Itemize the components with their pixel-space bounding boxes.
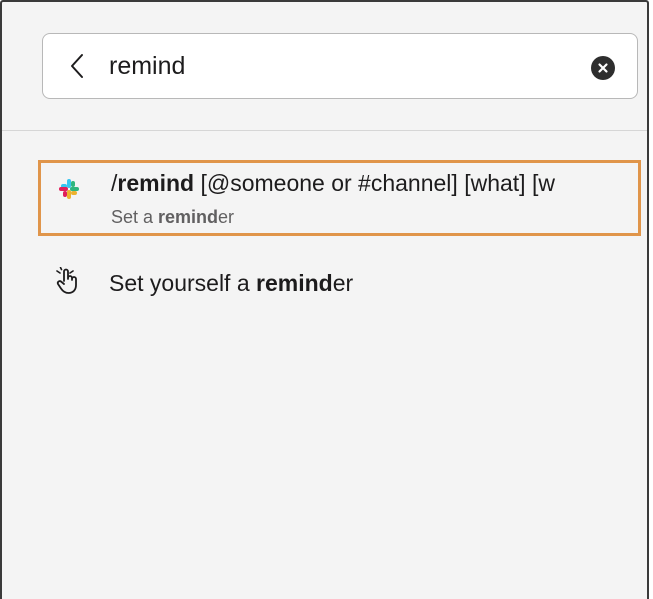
command-syntax: /remind [@someone or #channel] [what] [w — [111, 168, 638, 198]
clear-search-button[interactable] — [591, 56, 615, 80]
result-set-reminder[interactable]: Set yourself a reminder — [42, 258, 638, 310]
close-icon — [598, 63, 608, 73]
result-remind-command[interactable]: /remind [@someone or #channel] [what] [w… — [38, 160, 641, 236]
search-panel: /remind [@someone or #channel] [what] [w… — [0, 0, 649, 599]
reminder-label: Set yourself a reminder — [109, 268, 353, 298]
hand-pointer-icon — [56, 267, 77, 294]
reminder-match: remind — [256, 270, 333, 296]
desc-suffix: er — [218, 207, 235, 227]
desc-prefix: Set a — [111, 207, 159, 227]
search-box — [42, 33, 638, 99]
command-description: Set a reminder — [111, 205, 234, 229]
reminder-prefix: Set yourself a — [109, 270, 257, 296]
slack-logo-icon — [59, 179, 79, 199]
desc-match: remind — [158, 207, 219, 227]
divider — [2, 130, 647, 131]
command-match: remind — [117, 170, 195, 196]
back-button[interactable] — [61, 50, 93, 82]
chevron-left-icon — [71, 54, 83, 78]
command-args: [@someone or #channel] [what] [w — [194, 170, 555, 196]
search-input[interactable] — [109, 48, 569, 84]
reminder-suffix: er — [332, 270, 354, 296]
